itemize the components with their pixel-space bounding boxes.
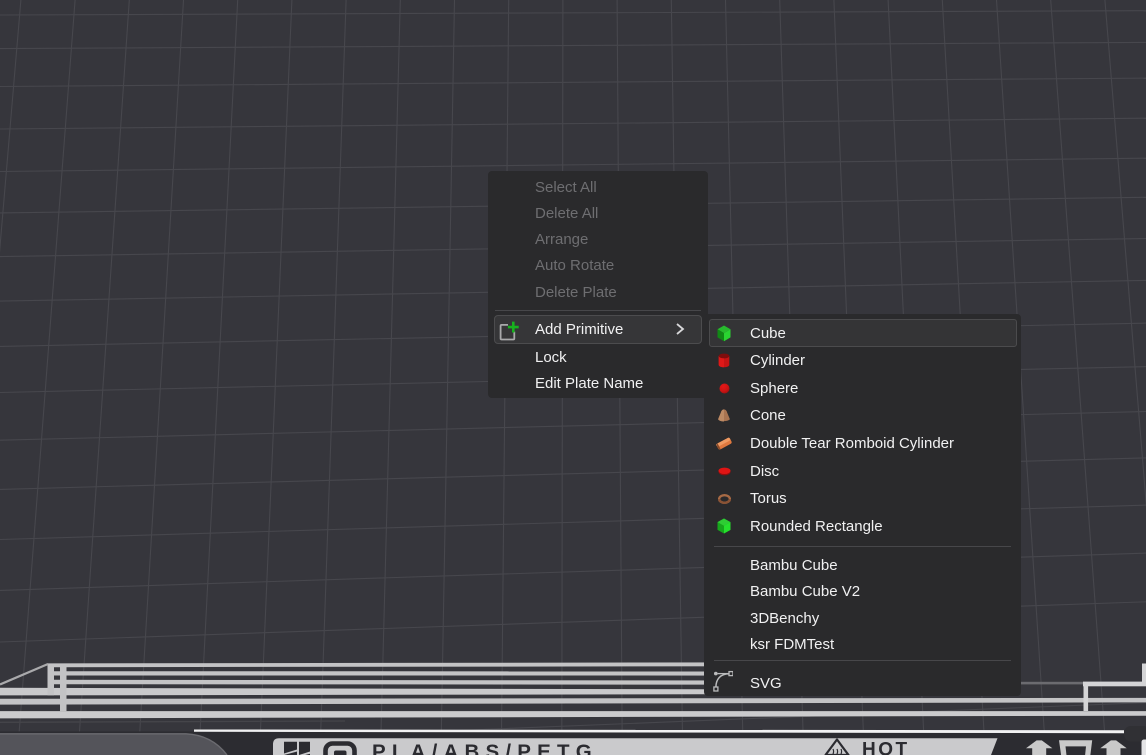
svg-text:PLA/ABS/PETG: PLA/ABS/PETG xyxy=(372,741,598,755)
svg-text:HOT: HOT xyxy=(862,740,910,755)
